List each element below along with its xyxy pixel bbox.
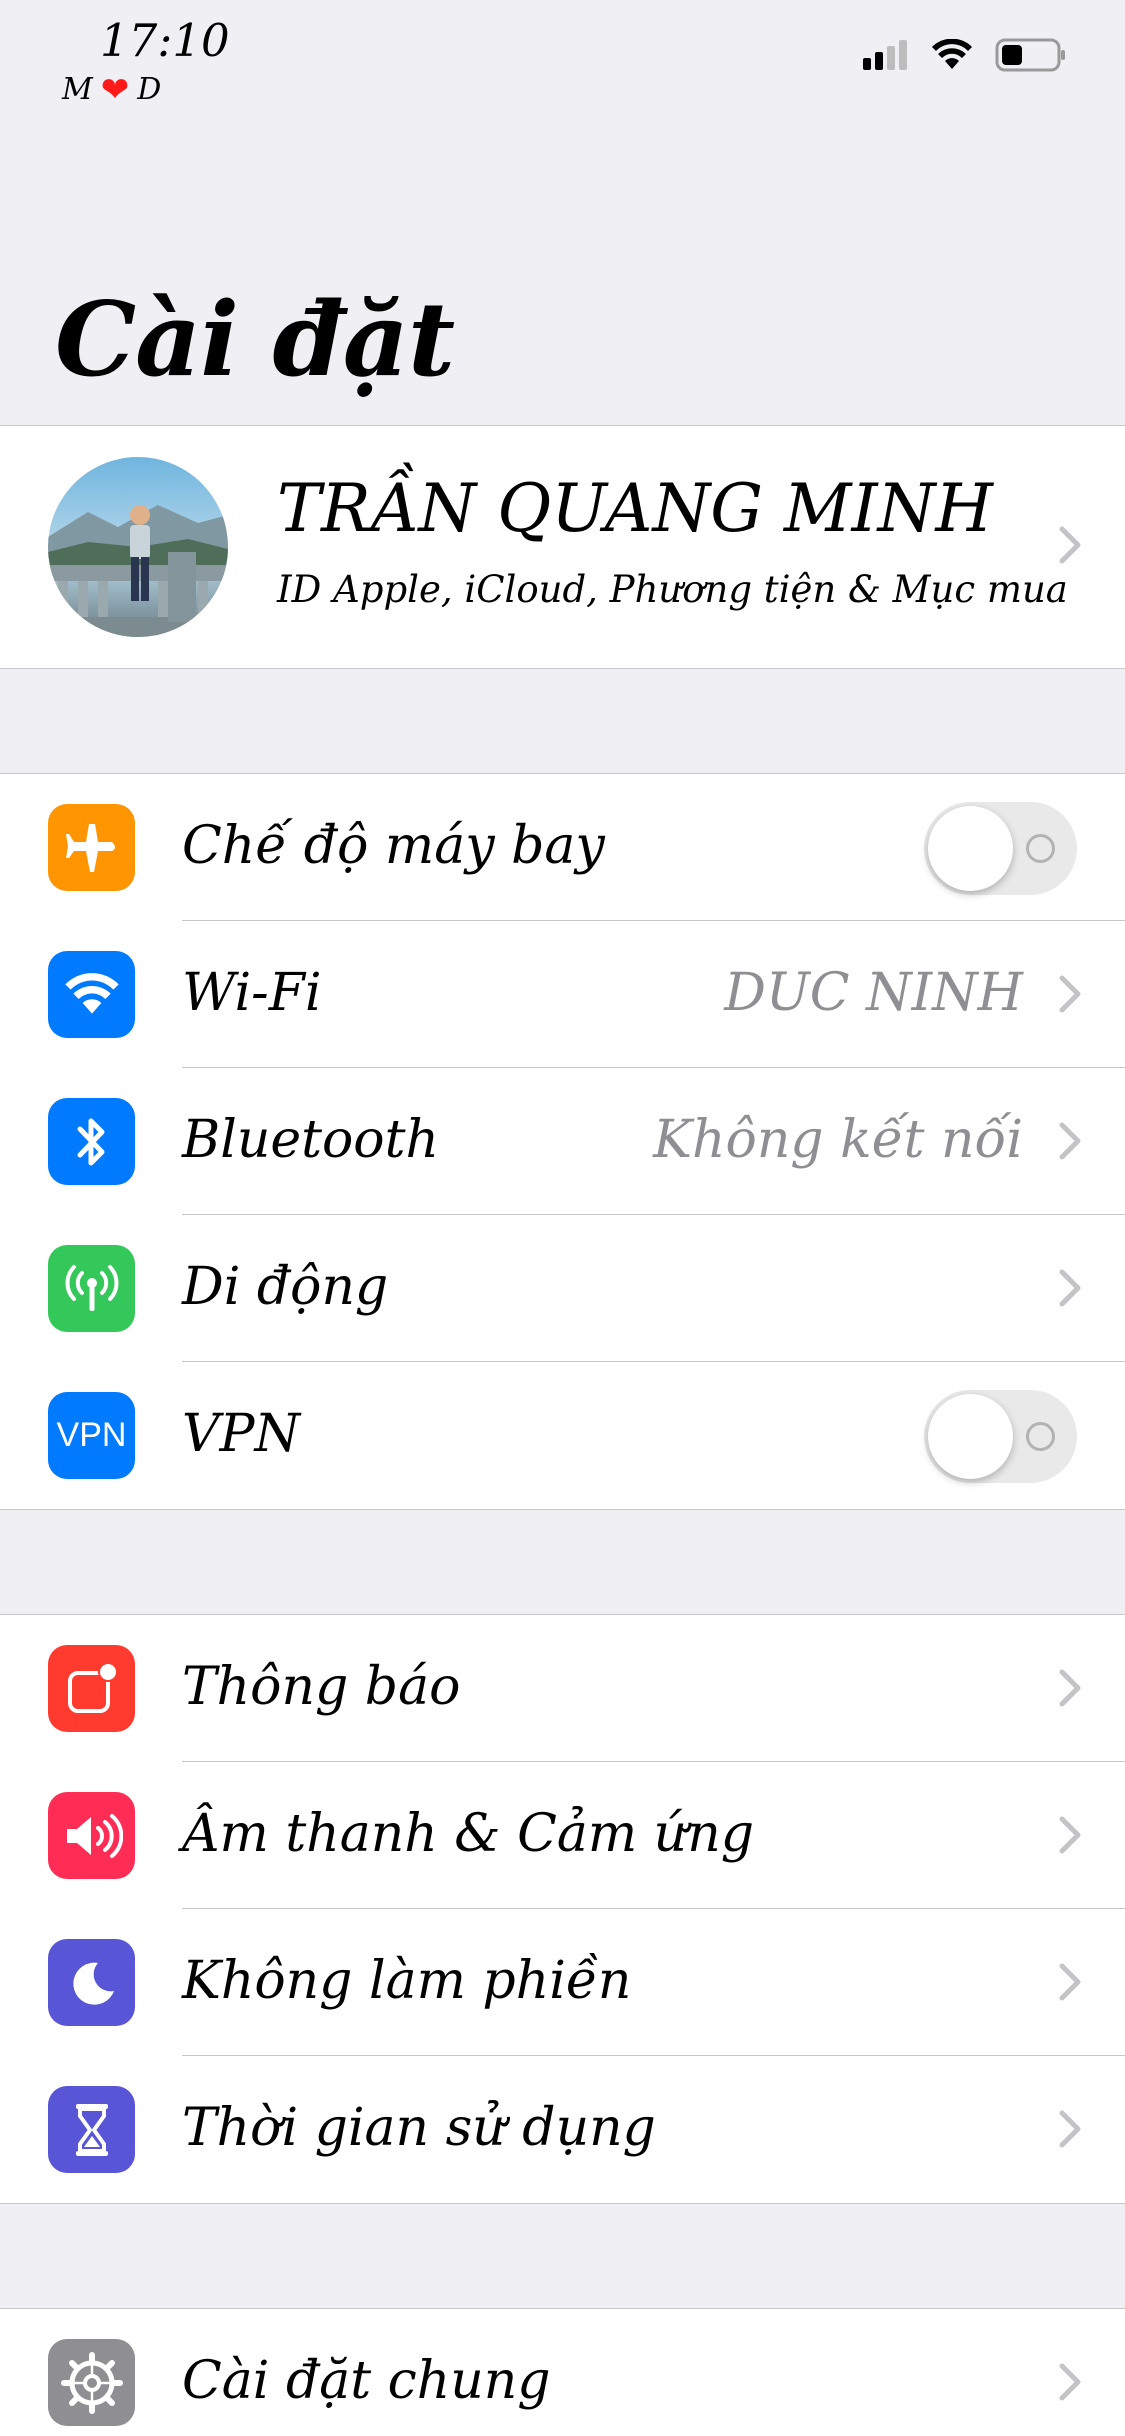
row-notifications[interactable]: Thông báo: [0, 1615, 1125, 1762]
row-cellular[interactable]: Di động: [0, 1215, 1125, 1362]
sounds-label: Âm thanh & Cảm ứng: [182, 1804, 754, 1864]
speaker-icon: [48, 1792, 135, 1879]
chevron-right-icon: [1059, 1963, 1081, 2001]
signal-icon: [863, 40, 907, 70]
row-wifi[interactable]: Wi-Fi DUC NINH: [0, 921, 1125, 1068]
status-initial-left: M: [62, 72, 93, 107]
hourglass-icon: [48, 2086, 135, 2173]
toggle-knob: [928, 806, 1013, 891]
chevron-right-icon: [1059, 526, 1081, 564]
battery-icon: [995, 38, 1065, 72]
wifi-status-icon: [932, 39, 972, 69]
profile-subtitle: ID Apple, iCloud, Phương tiện & Mục mua: [277, 568, 1068, 611]
vpn-icon-text: VPN: [56, 1416, 127, 1454]
airplane-toggle[interactable]: [924, 802, 1077, 895]
vpn-toggle[interactable]: [924, 1390, 1077, 1483]
status-time: 17:10: [100, 14, 230, 67]
heart-icon: ❤: [100, 69, 130, 110]
notifications-group: Thông báo Âm thanh & Cảm ứng Không làm p…: [0, 1614, 1125, 2204]
status-icons: [863, 38, 1067, 72]
page-title: Cài đặt: [55, 280, 455, 400]
profile-name: TRẦN QUANG MINH: [277, 470, 993, 547]
status-initial-right: D: [137, 72, 162, 107]
general-group: Cài đặt chung: [0, 2308, 1125, 2436]
airplane-icon: [48, 804, 135, 891]
chevron-right-icon: [1059, 1269, 1081, 1307]
notifications-label: Thông báo: [182, 1657, 461, 1717]
toggle-knob: [928, 1394, 1013, 1479]
row-vpn[interactable]: VPN VPN: [0, 1362, 1125, 1509]
bluetooth-value: Không kết nối: [653, 1110, 1023, 1170]
chevron-right-icon: [1059, 975, 1081, 1013]
moon-icon: [48, 1939, 135, 2026]
gear-icon: [48, 2339, 135, 2426]
chevron-right-icon: [1059, 2110, 1081, 2148]
row-do-not-disturb[interactable]: Không làm phiền: [0, 1909, 1125, 2056]
wifi-value: DUC NINH: [724, 963, 1023, 1023]
bluetooth-label: Bluetooth: [182, 1110, 440, 1170]
connectivity-group: Chế độ máy bay Wi-Fi DUC NINH Bluetooth …: [0, 773, 1125, 1510]
screen-time-label: Thời gian sử dụng: [182, 2098, 656, 2158]
row-airplane-mode[interactable]: Chế độ máy bay: [0, 774, 1125, 921]
general-label: Cài đặt chung: [182, 2351, 551, 2411]
chevron-right-icon: [1059, 1669, 1081, 1707]
avatar: [48, 457, 228, 637]
row-general[interactable]: Cài đặt chung: [0, 2309, 1125, 2436]
chevron-right-icon: [1059, 1122, 1081, 1160]
row-bluetooth[interactable]: Bluetooth Không kết nối: [0, 1068, 1125, 1215]
vpn-icon: VPN: [48, 1392, 135, 1479]
airplane-label: Chế độ máy bay: [182, 816, 605, 876]
wifi-label: Wi-Fi: [182, 963, 322, 1023]
chevron-right-icon: [1059, 1816, 1081, 1854]
wifi-icon: [48, 951, 135, 1038]
cellular-label: Di động: [182, 1257, 389, 1317]
profile-row[interactable]: TRẦN QUANG MINH ID Apple, iCloud, Phương…: [0, 425, 1125, 669]
vpn-label: VPN: [182, 1404, 301, 1464]
cellular-antenna-icon: [48, 1245, 135, 1332]
row-screen-time[interactable]: Thời gian sử dụng: [0, 2056, 1125, 2203]
status-initials: M ❤ D: [62, 72, 161, 107]
bluetooth-icon: [48, 1098, 135, 1185]
row-sounds[interactable]: Âm thanh & Cảm ứng: [0, 1762, 1125, 1909]
notifications-icon: [48, 1645, 135, 1732]
chevron-right-icon: [1059, 2363, 1081, 2401]
dnd-label: Không làm phiền: [182, 1951, 632, 2011]
